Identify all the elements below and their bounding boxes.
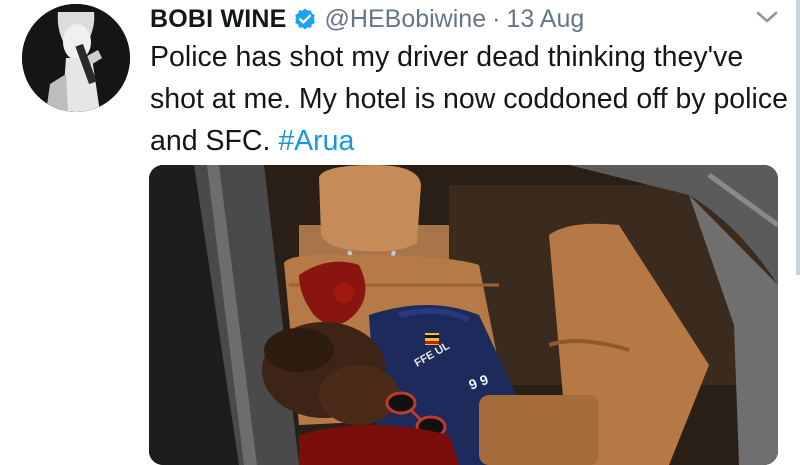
display-name[interactable]: BOBI WINE <box>150 5 287 34</box>
tweet-body: Police has shot my driver dead thinking … <box>150 41 788 157</box>
verified-badge-icon <box>294 8 315 30</box>
hashtag-link[interactable]: #Arua <box>278 125 354 157</box>
chevron-down-icon[interactable] <box>754 6 780 28</box>
tweet-header: BOBI WINE @HEBobiwine · 13 Aug <box>150 2 584 36</box>
avatar-image <box>22 4 130 112</box>
scrollbar-edge <box>796 0 800 275</box>
avatar[interactable] <box>22 4 130 112</box>
tweet-date[interactable]: 13 Aug <box>506 5 584 34</box>
tweet-text: Police has shot my driver dead thinking … <box>150 36 790 162</box>
user-handle[interactable]: @HEBobiwine <box>325 5 487 34</box>
separator-dot: · <box>492 4 501 33</box>
tweet-media-photo[interactable]: FFE UL 9 9 <box>149 165 778 465</box>
media-photo-illustration: FFE UL 9 9 <box>149 165 778 465</box>
